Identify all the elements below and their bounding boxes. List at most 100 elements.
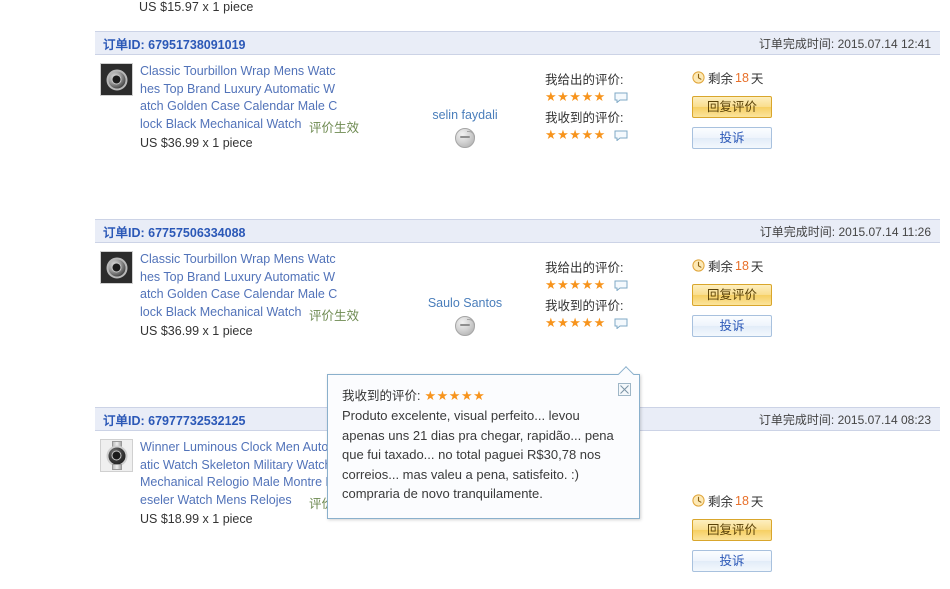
tooltip-header: 我收到的评价: ★★★★★	[342, 387, 625, 405]
remaining-days-value: 18	[735, 70, 749, 85]
complain-button[interactable]: 投诉	[692, 315, 772, 337]
review-status: 评价生效	[309, 309, 360, 323]
ratings-cell: 我给出的评价: ★★★★★ 我收到的评价: ★★★★★	[545, 260, 695, 336]
actions-cell: 剩余 18 天 回复评价 投诉	[692, 256, 822, 346]
product-price: US $36.99 x 1 piece	[140, 136, 253, 150]
comment-bubble-icon[interactable]	[614, 92, 628, 103]
remaining-days-value: 18	[735, 493, 749, 508]
order-time-value: 2015.07.14 11:26	[838, 224, 931, 239]
buyer-cell: Saulo Santos	[405, 296, 525, 336]
rating-received-stars: ★★★★★	[545, 315, 606, 330]
comment-bubble-icon[interactable]	[614, 130, 628, 141]
remaining-days-value: 18	[735, 258, 749, 273]
remaining-unit: 天	[750, 495, 764, 509]
product-thumbnail[interactable]	[100, 63, 133, 96]
rating-given-block: 我给出的评价: ★★★★★	[545, 72, 695, 104]
order-completion-time: 订单完成时间: 2015.07.14 08:23	[759, 411, 931, 428]
complain-button[interactable]: 投诉	[692, 550, 772, 572]
order-id: 订单ID: 67977732532125	[103, 410, 245, 429]
order-id-value: 67757506334088	[148, 225, 246, 240]
rating-received-label: 我收到的评价:	[545, 111, 624, 125]
product-cell: Classic Tourbillon Wrap Mens Watches Top…	[100, 63, 350, 152]
rating-given-stars: ★★★★★	[545, 277, 606, 292]
tooltip-review-text: Produto excelente, visual perfeito... le…	[342, 408, 614, 501]
order-id-value: 67951738091019	[148, 37, 246, 52]
remaining-days: 剩余 18 天	[692, 256, 822, 275]
reply-review-button[interactable]: 回复评价	[692, 96, 772, 118]
remaining-days: 剩余 18 天	[692, 491, 822, 510]
avatar	[455, 316, 475, 336]
remaining-label: 剩余	[708, 72, 734, 86]
product-price: US $18.99 x 1 piece	[140, 512, 253, 526]
order-completion-time: 订单完成时间: 2015.07.14 11:26	[760, 223, 931, 240]
rating-given-row: ★★★★★	[545, 90, 695, 104]
tooltip-stars: ★★★★★	[424, 388, 486, 403]
avatar	[455, 128, 475, 148]
rating-received-block: 我收到的评价: ★★★★★	[545, 298, 695, 330]
review-status: 评价生效	[309, 121, 360, 135]
complain-button[interactable]: 投诉	[692, 127, 772, 149]
rating-given-label: 我给出的评价:	[545, 73, 624, 87]
order-id-label: 订单ID:	[103, 225, 145, 240]
remaining-unit: 天	[750, 72, 764, 86]
order-id: 订单ID: 67951738091019	[103, 34, 245, 53]
tooltip-title: 我收到的评价:	[342, 389, 421, 403]
clock-icon	[692, 71, 705, 84]
rating-received-row: ★★★★★	[545, 316, 695, 330]
product-thumbnail[interactable]	[100, 439, 133, 472]
reply-review-button[interactable]: 回复评价	[692, 284, 772, 306]
rating-received-stars: ★★★★★	[545, 127, 606, 142]
order-id: 订单ID: 67757506334088	[103, 222, 245, 241]
rating-given-row: ★★★★★	[545, 278, 695, 292]
reply-review-button[interactable]: 回复评价	[692, 519, 772, 541]
comment-bubble-icon-active[interactable]	[614, 318, 628, 329]
order-time-label: 订单完成时间:	[758, 412, 835, 427]
remaining-label: 剩余	[708, 495, 734, 509]
remaining-label: 剩余	[708, 260, 734, 274]
comment-bubble-icon[interactable]	[614, 280, 628, 291]
product-thumbnail[interactable]	[100, 251, 133, 284]
order-header: 订单ID: 67951738091019 订单完成时间: 2015.07.14 …	[95, 31, 940, 55]
rating-received-block: 我收到的评价: ★★★★★	[545, 110, 695, 142]
product-cell: Winner Luminous Clock Men Automatic Watc…	[100, 439, 350, 528]
watch-icon	[106, 257, 127, 278]
actions-cell: 剩余 18 天 回复评价 投诉	[692, 68, 822, 158]
buyer-name-link[interactable]: selin faydali	[405, 108, 525, 122]
order-header: 订单ID: 67757506334088 订单完成时间: 2015.07.14 …	[95, 219, 940, 243]
remaining-days: 剩余 18 天	[692, 68, 822, 87]
order-id-label: 订单ID:	[103, 37, 145, 52]
ratings-cell: 我给出的评价: ★★★★★ 我收到的评价: ★★★★★	[545, 72, 695, 148]
watch-icon	[106, 69, 127, 90]
order-time-value: 2015.07.14 08:23	[837, 412, 931, 427]
order-review-list-page: US $15.97 x 1 piece 订单ID: 67951738091019…	[0, 0, 950, 589]
rating-given-label: 我给出的评价:	[545, 261, 624, 275]
order-block: 订单ID: 67951738091019 订单完成时间: 2015.07.14 …	[95, 31, 940, 223]
order-id-value: 67977732532125	[148, 413, 246, 428]
actions-cell: 剩余 18 天 回复评价 投诉	[692, 491, 822, 581]
order-id-label: 订单ID:	[103, 413, 145, 428]
remaining-unit: 天	[750, 260, 764, 274]
tooltip-arrow	[618, 366, 634, 375]
product-text: Winner Luminous Clock Men Automatic Watc…	[140, 439, 340, 528]
watch-icon	[106, 445, 127, 466]
review-tooltip-popup: 我收到的评价: ★★★★★ Produto excelente, visual …	[327, 374, 640, 519]
watch-band-icon	[111, 464, 122, 470]
clock-icon	[692, 259, 705, 272]
rating-received-label: 我收到的评价:	[545, 299, 624, 313]
product-price: US $36.99 x 1 piece	[140, 324, 253, 338]
product-text: Classic Tourbillon Wrap Mens Watches Top…	[140, 63, 340, 152]
rating-given-block: 我给出的评价: ★★★★★	[545, 260, 695, 292]
buyer-cell: selin faydali	[405, 108, 525, 148]
rating-given-stars: ★★★★★	[545, 89, 606, 104]
rating-received-row: ★★★★★	[545, 128, 695, 142]
order-time-label: 订单完成时间:	[758, 36, 835, 51]
order-time-value: 2015.07.14 12:41	[837, 36, 931, 51]
previous-order-price: US $15.97 x 1 piece	[139, 0, 254, 14]
product-text: Classic Tourbillon Wrap Mens Watches Top…	[140, 251, 340, 340]
buyer-name-link[interactable]: Saulo Santos	[405, 296, 525, 310]
product-cell: Classic Tourbillon Wrap Mens Watches Top…	[100, 251, 350, 340]
clock-icon	[692, 494, 705, 507]
close-icon[interactable]	[618, 383, 631, 396]
order-time-label: 订单完成时间:	[759, 224, 836, 239]
order-body: Classic Tourbillon Wrap Mens Watches Top…	[95, 55, 940, 223]
